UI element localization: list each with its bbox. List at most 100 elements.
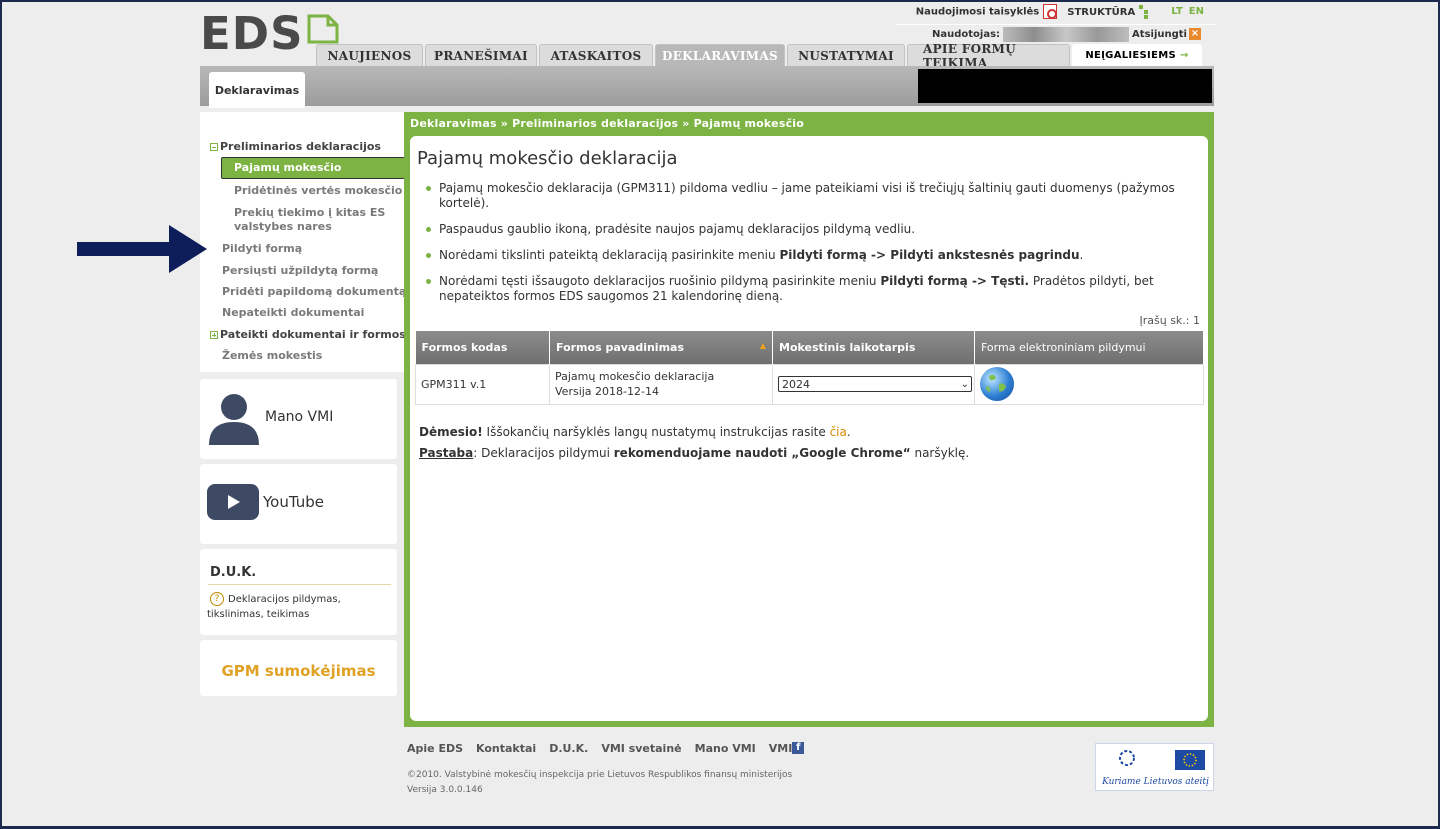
play-icon (207, 484, 259, 520)
page-title: Pajamų mokesčio deklaracija (417, 148, 678, 169)
divider (208, 584, 391, 585)
footer-copyright: ©2010. Valstybinė mokesčių inspekcija pr… (407, 768, 792, 798)
close-icon: × (1188, 28, 1201, 40)
sidebar-item-pvm[interactable]: Pridėtinės vertės mokesčio (234, 184, 402, 198)
tab-pranesimai[interactable]: PRANEŠIMAI (425, 44, 537, 66)
terms-link[interactable]: Naudojimosi taisyklės (916, 4, 1058, 19)
tab-apie-formu-teikima[interactable]: APIE FORMŲ TEIKIMĄ (907, 42, 1070, 70)
sidebar-item-pildyti-forma[interactable]: Pildyti formą (222, 242, 302, 256)
electronic-form-cell (974, 363, 1204, 405)
browser-note: Pastaba: Deklaracijos pildymui rekomendu… (419, 446, 969, 460)
sort-asc-icon: ▲ (759, 340, 766, 350)
structure-label: STRUKTŪRA (1067, 6, 1136, 18)
column-header-period[interactable]: Mokestinis laikotarpis (772, 331, 975, 364)
record-count: Įrašų sk.: 1 (1139, 314, 1200, 327)
version-text: Versija 3.0.0.146 (407, 785, 483, 795)
arrow-right-icon: → (1179, 50, 1189, 61)
popup-notice: Dėmesio! Iššokančių naršyklės langų nust… (419, 425, 851, 439)
tree-icon (1139, 4, 1149, 19)
footer-links: Apie EDS Kontaktai D.U.K. VMI svetainė M… (407, 742, 805, 755)
form-name-cell: Pajamų mokesčio deklaracija Versija 2018-… (549, 363, 773, 405)
sidebar-group-preliminarios[interactable]: Preliminarios deklaracijos (210, 140, 381, 154)
accessibility-label: NEĮGALIESIEMS (1085, 50, 1176, 61)
item-label-line1: Prekių tiekimo į kitas ES (234, 206, 386, 219)
duk-link[interactable]: Deklaracijos pildymas, tikslinimas, teik… (207, 592, 392, 622)
list-item: Norėdami tęsti išsaugoto deklaracijos ru… (426, 274, 1186, 304)
footer-link-vmi-svetaine[interactable]: VMI svetainė (601, 742, 681, 755)
tab-deklaravimas[interactable]: DEKLARAVIMAS (655, 44, 785, 66)
duk-card: D.U.K. ? Deklaracijos pildymas, tikslini… (200, 549, 397, 635)
eu-slogan: Kuriame Lietuvos ateitį (1102, 777, 1209, 787)
chevron-down-icon: ⌄ (960, 378, 969, 390)
item-label-line2: valstybes nares (234, 220, 332, 233)
redacted-area (918, 69, 1212, 103)
footer-link-apie-eds[interactable]: Apie EDS (407, 742, 463, 755)
list-item: Paspaudus gaublio ikoną, pradėsite naujo… (426, 222, 1186, 237)
structure-link[interactable]: STRUKTŪRA (1067, 4, 1149, 19)
eu-funds-badge[interactable]: Kuriame Lietuvos ateitį (1095, 743, 1214, 791)
logout-link[interactable]: Atsijungti × (1132, 28, 1201, 40)
footer-link-mano-vmi[interactable]: Mano VMI (695, 742, 756, 755)
sidebar-item-zemes-mokestis[interactable]: Žemės mokestis (222, 349, 322, 363)
sidebar-item-pajamu-mokescio[interactable]: Pajamų mokesčio (221, 157, 405, 179)
sidebar-item-nepateikti[interactable]: Nepateikti dokumentai (222, 306, 364, 320)
lang-lt-link[interactable]: LT (1171, 6, 1183, 17)
user-bar: Naudotojas: Atsijungti × (895, 24, 1215, 43)
terms-label: Naudojimosi taisyklės (915, 6, 1040, 18)
text: Norėdami tęsti išsaugoto deklaracijos ru… (439, 274, 881, 288)
sidebar-item-persiusti[interactable]: Persiųsti užpildytą formą (222, 264, 378, 278)
column-header-electronic-form: Forma elektroniniam pildymui (974, 331, 1204, 364)
group-label: Pateikti dokumentai ir formos (220, 328, 406, 341)
sidebar-item-prideti-dokumenta[interactable]: Pridėti papildomą dokumentą (222, 285, 406, 299)
sidebar-group-pateikti[interactable]: Pateikti dokumentai ir formos (210, 328, 406, 342)
note-bold: rekomenduojame naudoti „Google Chrome“ (613, 446, 911, 460)
group-label: Preliminarios deklaracijos (220, 140, 381, 153)
period-value: 2024 (782, 377, 810, 391)
tab-ataskaitos[interactable]: ATASKAITOS (539, 44, 653, 66)
column-header-name[interactable]: Formos pavadinimas ▲ (549, 331, 773, 364)
footer-link-duk[interactable]: D.U.K. (549, 742, 588, 755)
sidebar-item-prekiu-tiekimo[interactable]: Prekių tiekimo į kitas ES valstybes nares (234, 206, 394, 234)
note-end: naršyklę. (910, 446, 970, 460)
top-links: Naudojimosi taisyklės STRUKTŪRA LT EN (916, 4, 1204, 19)
user-label: Naudotojas: (932, 28, 1001, 40)
forms-table: Formos kodas Formos pavadinimas ▲ Mokesti… (415, 331, 1204, 405)
breadcrumb[interactable]: Deklaravimas » Preliminarios deklaracijo… (410, 117, 804, 130)
table-row: GPM311 v.1 Pajamų mokesčio deklaracija Ve… (415, 363, 1204, 405)
person-icon (209, 394, 259, 445)
youtube-card[interactable]: YouTube (200, 464, 397, 544)
list-item: Pajamų mokesčio deklaracija (GPM311) pil… (426, 181, 1186, 211)
eu-flag-icon (1175, 750, 1205, 770)
globe-icon[interactable] (980, 367, 1014, 401)
menu-path: Pildyti formą -> Tęsti. (880, 274, 1030, 288)
globe-continents (986, 374, 1006, 392)
column-header-code[interactable]: Formos kodas (415, 331, 550, 364)
user-name-redacted (1003, 26, 1130, 42)
subtab-deklaravimas[interactable]: Deklaravimas (209, 72, 305, 108)
logout-label: Atsijungti (1132, 28, 1187, 40)
youtube-label: YouTube (263, 493, 324, 511)
expand-icon (210, 331, 218, 339)
header-label: Formos pavadinimas (556, 340, 685, 354)
form-code-cell: GPM311 v.1 (415, 363, 550, 405)
lang-en-link[interactable]: EN (1189, 6, 1204, 17)
notice-end: . (846, 425, 851, 439)
instructions-link[interactable]: čia (830, 425, 847, 439)
notice-bold: Dėmesio! (419, 425, 483, 439)
accessibility-link[interactable]: NEĮGALIESIEMS → (1072, 44, 1202, 66)
gpm-card[interactable]: GPM sumokėjimas (200, 640, 397, 696)
pdf-icon (1043, 4, 1058, 19)
list-item: Norėdami tikslinti pateiktą deklaraciją … (426, 248, 1186, 263)
document-icon (307, 14, 339, 44)
tab-naujienos[interactable]: NAUJIENOS (316, 44, 423, 66)
logo-text: EDS (200, 7, 304, 60)
period-select[interactable]: 2024 ⌄ (778, 376, 972, 392)
tab-nustatymai[interactable]: NUSTATYMAI (787, 44, 905, 66)
text: . (1079, 248, 1084, 262)
eu-funds-logo-icon (1119, 750, 1135, 766)
duk-title: D.U.K. (210, 565, 257, 580)
footer-link-kontaktai[interactable]: Kontaktai (476, 742, 536, 755)
footer-link-vmi-facebook[interactable]: VMI f (769, 742, 805, 755)
mano-vmi-card[interactable]: Mano VMI (200, 379, 397, 459)
note-label[interactable]: Pastaba (419, 446, 473, 460)
